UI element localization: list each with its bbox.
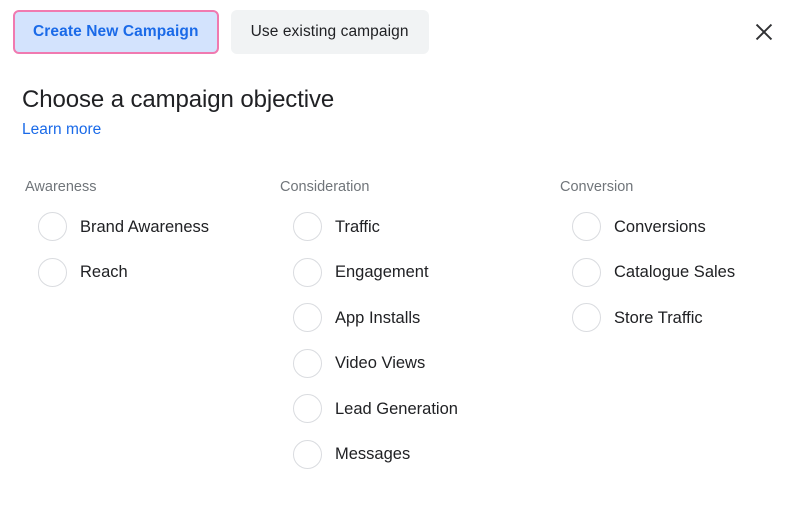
campaign-objective-modal: Create New Campaign Use existing campaig…	[0, 0, 800, 521]
radio-icon[interactable]	[572, 303, 601, 332]
objective-column-conversion: Conversion Conversions Catalogue Sales S…	[27, 178, 735, 469]
radio-icon[interactable]	[572, 257, 601, 287]
option-label: Catalogue Sales	[614, 263, 736, 281]
tab-create-new-campaign[interactable]: Create New Campaign	[13, 10, 219, 54]
option-store-traffic[interactable]: Store Traffic	[560, 303, 703, 332]
option-label: Store Traffic	[614, 308, 703, 327]
close-button[interactable]	[746, 14, 782, 50]
page-title: Choose a campaign objective	[22, 86, 335, 113]
option-catalogue-sales[interactable]: Catalogue Sales	[560, 257, 736, 287]
campaign-mode-tabs: Create New Campaign Use existing campaig…	[13, 10, 429, 54]
learn-more-link[interactable]: Learn more	[22, 120, 101, 140]
radio-icon[interactable]	[572, 212, 601, 241]
close-icon	[754, 22, 774, 42]
option-conversions[interactable]: Conversions	[560, 212, 706, 241]
objective-columns: Awareness Brand Awareness Reach Consider…	[0, 178, 800, 469]
tab-use-existing-campaign[interactable]: Use existing campaign	[230, 10, 429, 54]
option-label: Conversions	[614, 217, 706, 236]
